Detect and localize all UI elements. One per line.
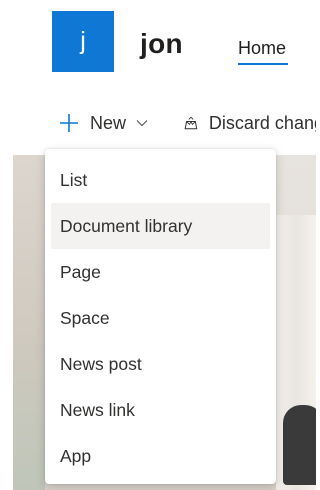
menu-item-list[interactable]: List: [51, 157, 270, 203]
menu-item-news-link[interactable]: News link: [51, 387, 270, 433]
site-logo[interactable]: j: [52, 11, 114, 72]
menu-item-label: Document library: [60, 215, 193, 236]
menu-item-label: List: [60, 169, 88, 190]
menu-item-space[interactable]: Space: [51, 295, 270, 341]
sharepoint-page: j jon Home New Discard changes List Docu…: [0, 0, 316, 490]
new-button-label: New: [90, 112, 127, 133]
nav-home-link[interactable]: Home: [238, 38, 286, 59]
site-logo-letter: j: [80, 27, 86, 55]
chevron-down-icon: [136, 120, 148, 127]
banner-left-strip: [13, 155, 45, 490]
menu-item-label: Space: [60, 307, 110, 328]
menu-item-document-library[interactable]: Document library: [51, 203, 270, 249]
plus-icon: [60, 114, 78, 132]
site-title[interactable]: jon: [140, 28, 183, 60]
nav-active-indicator: [238, 63, 288, 65]
menu-item-page[interactable]: Page: [51, 249, 270, 295]
menu-item-news-post[interactable]: News post: [51, 341, 270, 387]
menu-item-label: Page: [60, 261, 101, 282]
discard-changes-button[interactable]: Discard changes: [183, 110, 316, 136]
discard-icon: [184, 116, 198, 130]
discard-changes-label: Discard changes: [208, 112, 316, 133]
menu-item-app[interactable]: App: [51, 433, 270, 479]
menu-item-label: News link: [60, 399, 135, 420]
menu-item-label: News post: [60, 353, 142, 374]
menu-item-label: App: [60, 445, 92, 466]
banner-person: [283, 405, 316, 485]
new-dropdown-menu: List Document library Page Space News po…: [45, 149, 276, 484]
new-button[interactable]: New: [58, 110, 148, 136]
